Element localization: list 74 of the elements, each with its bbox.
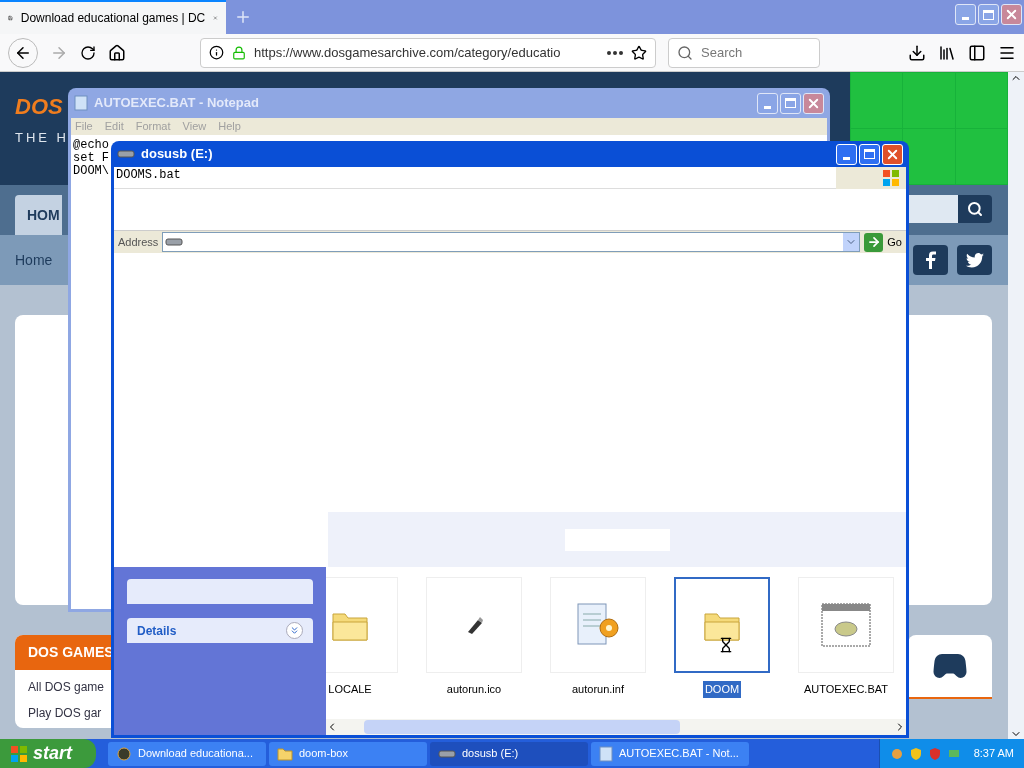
- site-tagline: THE H: [15, 129, 69, 147]
- url-text: https://www.dosgamesarchive.com/category/educatio: [254, 43, 562, 62]
- batch-file-icon: [821, 603, 871, 647]
- explorer-entry[interactable]: DOOM: [674, 577, 770, 698]
- close-icon: [1004, 7, 1019, 22]
- address-label: Address: [118, 234, 159, 250]
- download-icon[interactable]: [908, 43, 926, 62]
- file-name: DOOM: [702, 681, 742, 698]
- clock: 8:37 AM: [973, 746, 1014, 762]
- facebook-button[interactable]: [913, 245, 948, 275]
- file-name: autorun.inf: [571, 682, 625, 697]
- new-tab-icon[interactable]: [234, 8, 252, 26]
- window-title: AUTOEXEC.BAT - Notepad: [94, 94, 260, 113]
- address-field[interactable]: [162, 232, 861, 252]
- explorer-entry[interactable]: LOCALE: [326, 577, 398, 698]
- sidebar-link[interactable]: All DOS game: [28, 678, 105, 696]
- notepad-icon: [599, 745, 613, 762]
- sidebar-link[interactable]: Play DOS gar: [28, 704, 102, 722]
- windows-logo-icon: [10, 744, 28, 763]
- taskbar-button[interactable]: doom-box: [269, 741, 427, 766]
- window-title: dosusb (E:): [141, 145, 214, 164]
- expand-icon[interactable]: [289, 625, 300, 636]
- drive-icon: [438, 748, 456, 759]
- text-line: set F: [73, 152, 109, 165]
- taskbar-button[interactable]: Download educationa...: [108, 741, 266, 766]
- taskbar-button[interactable]: AUTOEXEC.BAT - Not...: [591, 741, 749, 766]
- nav-tab[interactable]: HOM: [15, 195, 62, 235]
- scrollbar-thumb[interactable]: [364, 720, 680, 734]
- browser-tab[interactable]: Download educational games | DC: [0, 0, 226, 34]
- facebook-icon: [925, 251, 936, 269]
- go-arrow-icon: [866, 235, 881, 249]
- explorer-entry[interactable]: autorun.inf: [550, 577, 646, 698]
- url-field[interactable]: https://www.dosgamesarchive.com/category/educatio: [200, 37, 656, 68]
- file-name: autorun.ico: [445, 682, 503, 697]
- more-icon[interactable]: [607, 50, 623, 55]
- site-logo[interactable]: DOS: [15, 96, 63, 118]
- close-button[interactable]: [803, 92, 824, 114]
- shield-icon: [908, 746, 923, 761]
- file-name: LOCALE: [327, 682, 373, 697]
- home-icon[interactable]: [108, 43, 126, 62]
- search-placeholder: Search: [701, 43, 743, 62]
- lock-icon: [232, 45, 246, 60]
- file-name: AUTOEXEC.BAT: [803, 682, 889, 697]
- ghost-text: DOOMS.bat: [116, 167, 181, 184]
- library-icon[interactable]: [938, 43, 956, 62]
- breadcrumb-link[interactable]: Home: [15, 249, 53, 271]
- text-line: @echo: [73, 139, 109, 152]
- text-line: DOOM\: [73, 165, 109, 178]
- reload-icon[interactable]: [80, 44, 96, 61]
- notepad-icon: [74, 95, 88, 111]
- task-panel-header[interactable]: Details: [127, 618, 313, 643]
- sidebar-icon[interactable]: [968, 43, 986, 62]
- folder-icon: [277, 746, 293, 761]
- explorer-entry[interactable]: autorun.ico: [426, 577, 522, 698]
- drive-icon: [165, 237, 184, 247]
- taskbar-button[interactable]: dosusb (E:): [430, 741, 588, 766]
- start-button[interactable]: start: [0, 739, 96, 768]
- search-field[interactable]: Search: [668, 37, 820, 68]
- bookmark-star-icon[interactable]: [631, 44, 647, 61]
- search-icon: [677, 44, 693, 61]
- browser-icon: [116, 745, 132, 762]
- info-icon: [209, 45, 224, 60]
- windows-logo-icon: [882, 168, 900, 187]
- search-icon: [967, 201, 983, 217]
- tab-title: Download educational games | DC: [20, 10, 206, 27]
- explorer-entry[interactable]: AUTOEXEC.BAT: [798, 577, 894, 698]
- site-search-button[interactable]: [958, 195, 992, 223]
- warning-shield-icon: [927, 746, 942, 761]
- twitter-bird-icon: [965, 252, 984, 268]
- twitter-button[interactable]: [957, 245, 992, 275]
- site-search-field[interactable]: [906, 195, 958, 223]
- hourglass-cursor-icon: [718, 637, 734, 653]
- drive-icon: [117, 149, 135, 159]
- close-button[interactable]: [1001, 4, 1022, 25]
